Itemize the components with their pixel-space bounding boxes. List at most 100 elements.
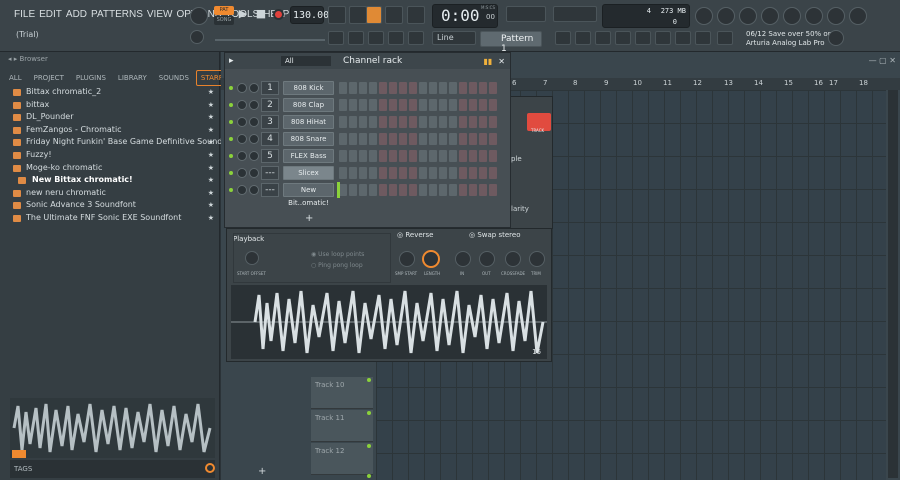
channel-led[interactable]: [229, 137, 233, 141]
undo-icon[interactable]: [695, 7, 713, 25]
sample-preview-waveform[interactable]: [10, 398, 215, 458]
out-knob[interactable]: [479, 251, 495, 267]
channel-led[interactable]: [229, 154, 233, 158]
song-position-slider[interactable]: [506, 6, 546, 22]
track-header[interactable]: Track 11: [311, 410, 373, 442]
magnet-snap-icon[interactable]: [408, 31, 424, 45]
smp-start-knob[interactable]: [399, 251, 415, 267]
step-sequencer[interactable]: [339, 150, 497, 162]
star-icon[interactable]: ★: [208, 111, 214, 124]
volume-knob[interactable]: [249, 168, 259, 178]
mixer-icon[interactable]: [615, 31, 631, 45]
snap-select[interactable]: Line: [432, 31, 476, 45]
list-item[interactable]: Moge-ko chromatic ★: [10, 162, 218, 175]
channel-row[interactable]: 4 808 Snare: [225, 131, 512, 148]
master-pitch-knob[interactable]: [190, 30, 204, 44]
volume-knob[interactable]: [249, 100, 259, 110]
volume-knob[interactable]: [249, 117, 259, 127]
channel-name-button[interactable]: 808 HiHat: [283, 115, 334, 129]
star-icon[interactable]: ★: [208, 162, 214, 175]
rack-view-icon[interactable]: ▮▮: [483, 57, 492, 66]
tab-library[interactable]: LIBRARY: [113, 70, 152, 86]
tab-project[interactable]: PROJECT: [29, 70, 69, 86]
blend-icon[interactable]: [385, 6, 403, 24]
channel-row[interactable]: 5 FLEX Bass: [225, 148, 512, 165]
list-item[interactable]: Fuzzy! ★: [10, 149, 218, 162]
use-loop-checkbox[interactable]: ◉ Use loop points: [311, 251, 364, 258]
vertical-scrollbar[interactable]: [888, 90, 898, 478]
menu-edit[interactable]: EDIT: [39, 9, 62, 20]
tuner-icon[interactable]: [635, 31, 651, 45]
track-led[interactable]: [367, 444, 371, 448]
channel-led[interactable]: [229, 171, 233, 175]
star-icon[interactable]: ★: [208, 187, 214, 200]
list-item[interactable]: new neru chromatic ★: [10, 187, 218, 200]
volume-knob[interactable]: [249, 151, 259, 161]
pan-knob[interactable]: [237, 83, 247, 93]
volume-knob[interactable]: [249, 134, 259, 144]
master-volume-knob[interactable]: [190, 7, 208, 25]
channel-name-button[interactable]: 808 Clap: [283, 98, 334, 112]
track-led[interactable]: [367, 411, 371, 415]
record-icon[interactable]: [273, 9, 284, 20]
plugin-icon[interactable]: [675, 31, 691, 45]
step-sequencer[interactable]: [339, 116, 497, 128]
mixer-track-number[interactable]: 1: [261, 81, 279, 95]
stop-icon[interactable]: ■: [254, 7, 268, 20]
star-icon[interactable]: ★: [208, 149, 214, 162]
reverse-toggle[interactable]: ◎ Reverse: [397, 231, 433, 239]
star-icon[interactable]: ★: [208, 124, 214, 137]
menu-file[interactable]: FILE: [14, 9, 35, 20]
export-icon[interactable]: [783, 7, 801, 25]
list-item[interactable]: Sonic Advance 3 Soundfont ★: [10, 199, 218, 212]
mixer-track-number[interactable]: 5: [261, 149, 279, 163]
mixer-track-number[interactable]: ---: [261, 183, 279, 197]
channel-name-button[interactable]: New Bit..omatic!: [283, 183, 334, 207]
pan-knob[interactable]: [237, 134, 247, 144]
length-knob[interactable]: [422, 250, 440, 268]
master-slider[interactable]: [215, 39, 325, 41]
start-offset-knob[interactable]: [245, 251, 259, 265]
microphone-icon[interactable]: [739, 7, 757, 25]
rack-filter[interactable]: All: [281, 56, 331, 66]
channel-name-button[interactable]: 808 Snare: [283, 132, 334, 146]
mixer-track-number[interactable]: ---: [261, 166, 279, 180]
tab-sounds[interactable]: SOUNDS: [154, 70, 194, 86]
draw-tool-icon[interactable]: [368, 31, 384, 45]
mixer-track-number[interactable]: 3: [261, 115, 279, 129]
save-icon[interactable]: [761, 7, 779, 25]
pan-knob[interactable]: [237, 168, 247, 178]
volume-knob[interactable]: [249, 185, 259, 195]
step-sequencer[interactable]: [339, 133, 497, 145]
window-controls[interactable]: — ▢ ✕: [869, 56, 896, 65]
list-item[interactable]: bittax ★: [10, 99, 218, 112]
tempo-display[interactable]: 130.000: [290, 6, 335, 24]
metronome-icon[interactable]: [328, 6, 346, 24]
piano-roll-icon[interactable]: [575, 31, 591, 45]
channel-row[interactable]: --- Slicex: [225, 165, 512, 182]
list-item[interactable]: Friday Night Funkin' Base Game Definitiv…: [10, 136, 238, 149]
step-sequencer[interactable]: [339, 184, 497, 196]
step-sequencer[interactable]: [339, 82, 497, 94]
channel-name-button[interactable]: Slicex: [283, 166, 334, 180]
star-icon[interactable]: ★: [208, 86, 214, 99]
track-header[interactable]: Track 10: [311, 377, 373, 409]
mixer-track-number[interactable]: 4: [261, 132, 279, 146]
channel-row[interactable]: 2 808 Clap: [225, 97, 512, 114]
star-icon[interactable]: ★: [208, 136, 214, 149]
channel-row[interactable]: 3 808 HiHat: [225, 114, 512, 131]
tempo-tap-icon[interactable]: [717, 7, 735, 25]
menu-add[interactable]: ADD: [66, 9, 87, 20]
track-led[interactable]: [367, 378, 371, 382]
channel-row[interactable]: 1 808 Kick: [225, 80, 512, 97]
star-icon[interactable]: ★: [208, 199, 214, 212]
pan-knob[interactable]: [237, 185, 247, 195]
star-icon[interactable]: ★: [208, 99, 214, 112]
rack-menu-icon[interactable]: ▸: [229, 56, 241, 66]
play-icon[interactable]: ▶: [236, 7, 250, 20]
search-icon[interactable]: [205, 463, 215, 473]
pan-knob[interactable]: [237, 151, 247, 161]
preview-play-icon[interactable]: [12, 450, 26, 458]
swap-stereo-toggle[interactable]: ◎ Swap stereo: [469, 231, 520, 239]
piano-keys-icon[interactable]: [328, 31, 344, 45]
